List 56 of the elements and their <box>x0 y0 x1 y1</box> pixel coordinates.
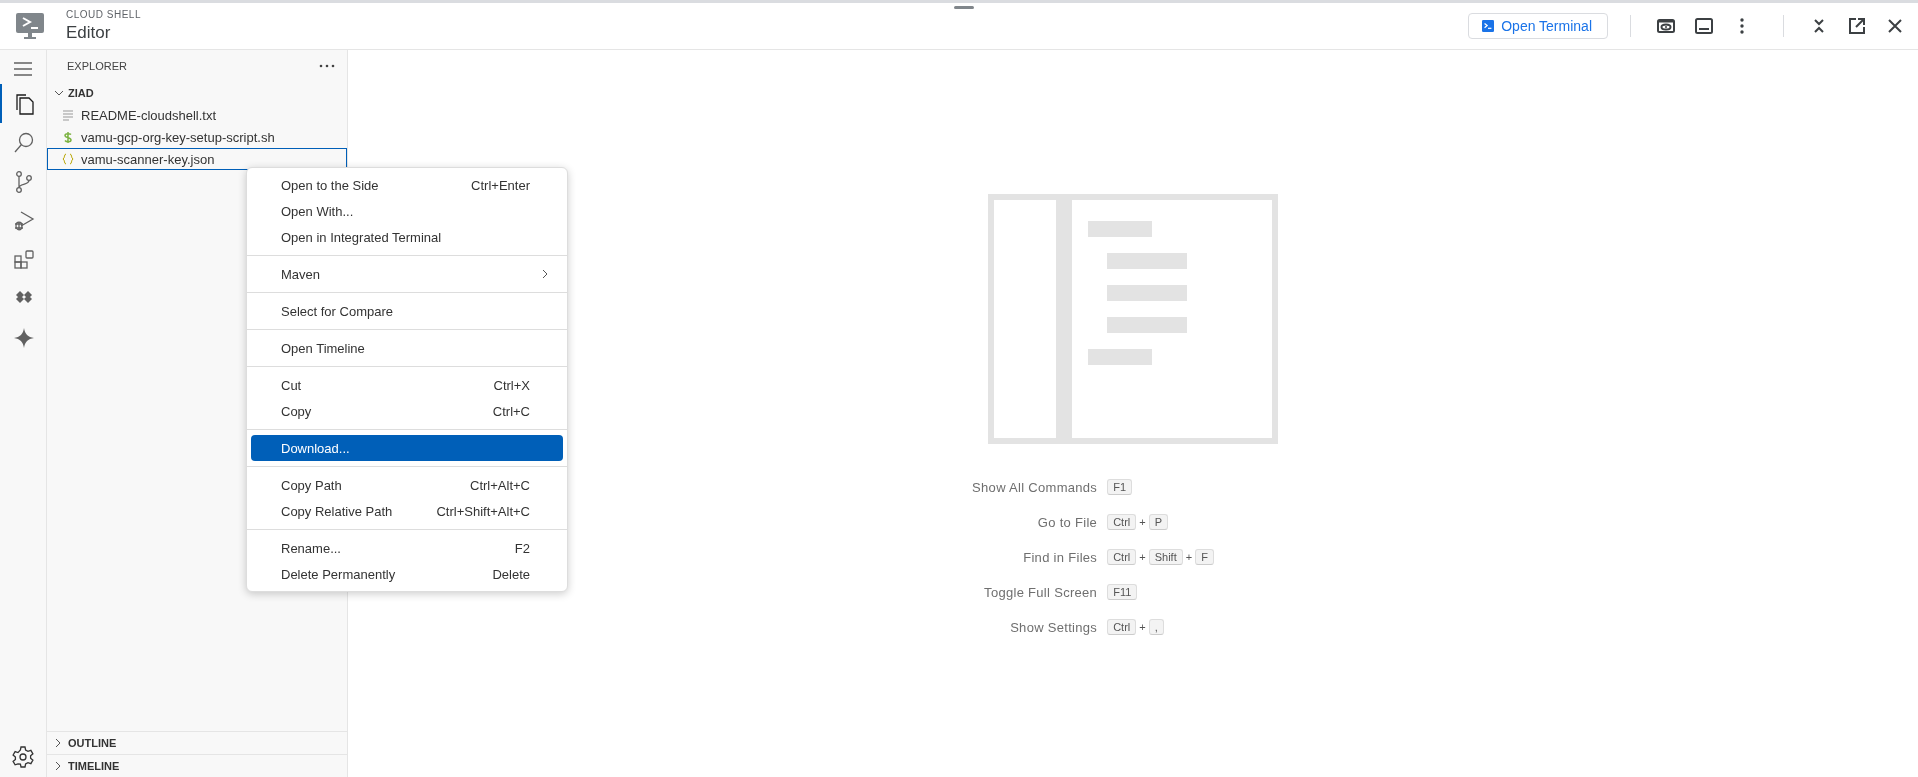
menu-item[interactable]: Cut Ctrl+X <box>251 372 563 398</box>
file-item[interactable]: vamu-scanner-key.json <box>47 148 347 170</box>
key-cap: Ctrl <box>1107 619 1137 635</box>
shortcut-label: Show All Commands <box>972 479 1098 495</box>
menu-item[interactable]: Open Timeline <box>251 335 563 361</box>
key-cap: P <box>1148 514 1169 530</box>
search-icon[interactable] <box>12 130 36 155</box>
menu-item[interactable]: Download... <box>251 435 563 461</box>
key-cap: F1 <box>1107 479 1132 495</box>
text-file-icon <box>62 109 74 121</box>
cloud-shell-logo <box>14 10 46 42</box>
settings-icon[interactable] <box>11 745 35 769</box>
shortcut-label: Go to File <box>1036 514 1098 530</box>
more-actions-icon[interactable] <box>319 64 335 68</box>
shortcut-label: Find in Files <box>1022 549 1098 565</box>
plus-sign: + <box>1139 621 1146 633</box>
menu-item[interactable]: Rename... F2 <box>251 535 563 561</box>
key-cap: F <box>1195 549 1214 565</box>
drag-handle[interactable] <box>954 6 974 9</box>
key-cap: , <box>1148 619 1164 635</box>
panel-layout-icon[interactable] <box>1695 17 1713 35</box>
menu-item[interactable]: Open to the Side Ctrl+Enter <box>251 172 563 198</box>
key-cap: Ctrl <box>1107 514 1137 530</box>
menu-item[interactable]: Maven <box>251 261 563 287</box>
key-cap: F11 <box>1107 584 1138 600</box>
window-title: Editor <box>66 23 112 43</box>
shortcut-label: Toggle Full Screen <box>983 584 1098 600</box>
terminal-icon <box>1482 20 1495 32</box>
section-header[interactable]: TIMELINE <box>47 754 347 777</box>
key-cap: Ctrl <box>1107 549 1137 565</box>
open-in-new-window-icon[interactable] <box>1848 17 1866 35</box>
menu-item[interactable]: Open in Integrated Terminal <box>251 224 563 250</box>
file-item[interactable]: README-cloudshell.txt <box>47 104 347 126</box>
menu-icon[interactable] <box>14 62 32 76</box>
sidebar-title: EXPLORER <box>67 60 128 72</box>
extensions-icon[interactable] <box>12 247 36 272</box>
product-label: CLOUD SHELL <box>66 9 141 20</box>
web-preview-icon[interactable] <box>1657 17 1675 35</box>
menu-item[interactable]: Copy Relative Path Ctrl+Shift+Alt+C <box>251 498 563 524</box>
shortcut-label: Show Settings <box>1009 619 1098 635</box>
section-header[interactable]: OUTLINE <box>47 731 347 754</box>
open-terminal-button[interactable]: Open Terminal <box>1468 13 1608 39</box>
plus-sign: + <box>1139 516 1146 528</box>
menu-item[interactable]: Open With... <box>251 198 563 224</box>
menu-item[interactable]: Copy Path Ctrl+Alt+C <box>251 472 563 498</box>
braces-icon <box>62 153 74 165</box>
file-item[interactable]: vamu-gcp-org-key-setup-script.sh <box>47 126 347 148</box>
menu-item[interactable]: Select for Compare <box>251 298 563 324</box>
menu-item[interactable]: Delete Permanently Delete <box>251 561 563 587</box>
dollar-icon <box>62 131 74 143</box>
plus-sign: + <box>1139 551 1146 563</box>
folder-row[interactable]: ZIAD <box>47 82 347 104</box>
key-cap: Shift <box>1148 549 1183 565</box>
menu-item[interactable]: Copy Ctrl+C <box>251 398 563 424</box>
plus-sign: + <box>1185 551 1193 563</box>
close-icon[interactable] <box>1886 17 1904 35</box>
